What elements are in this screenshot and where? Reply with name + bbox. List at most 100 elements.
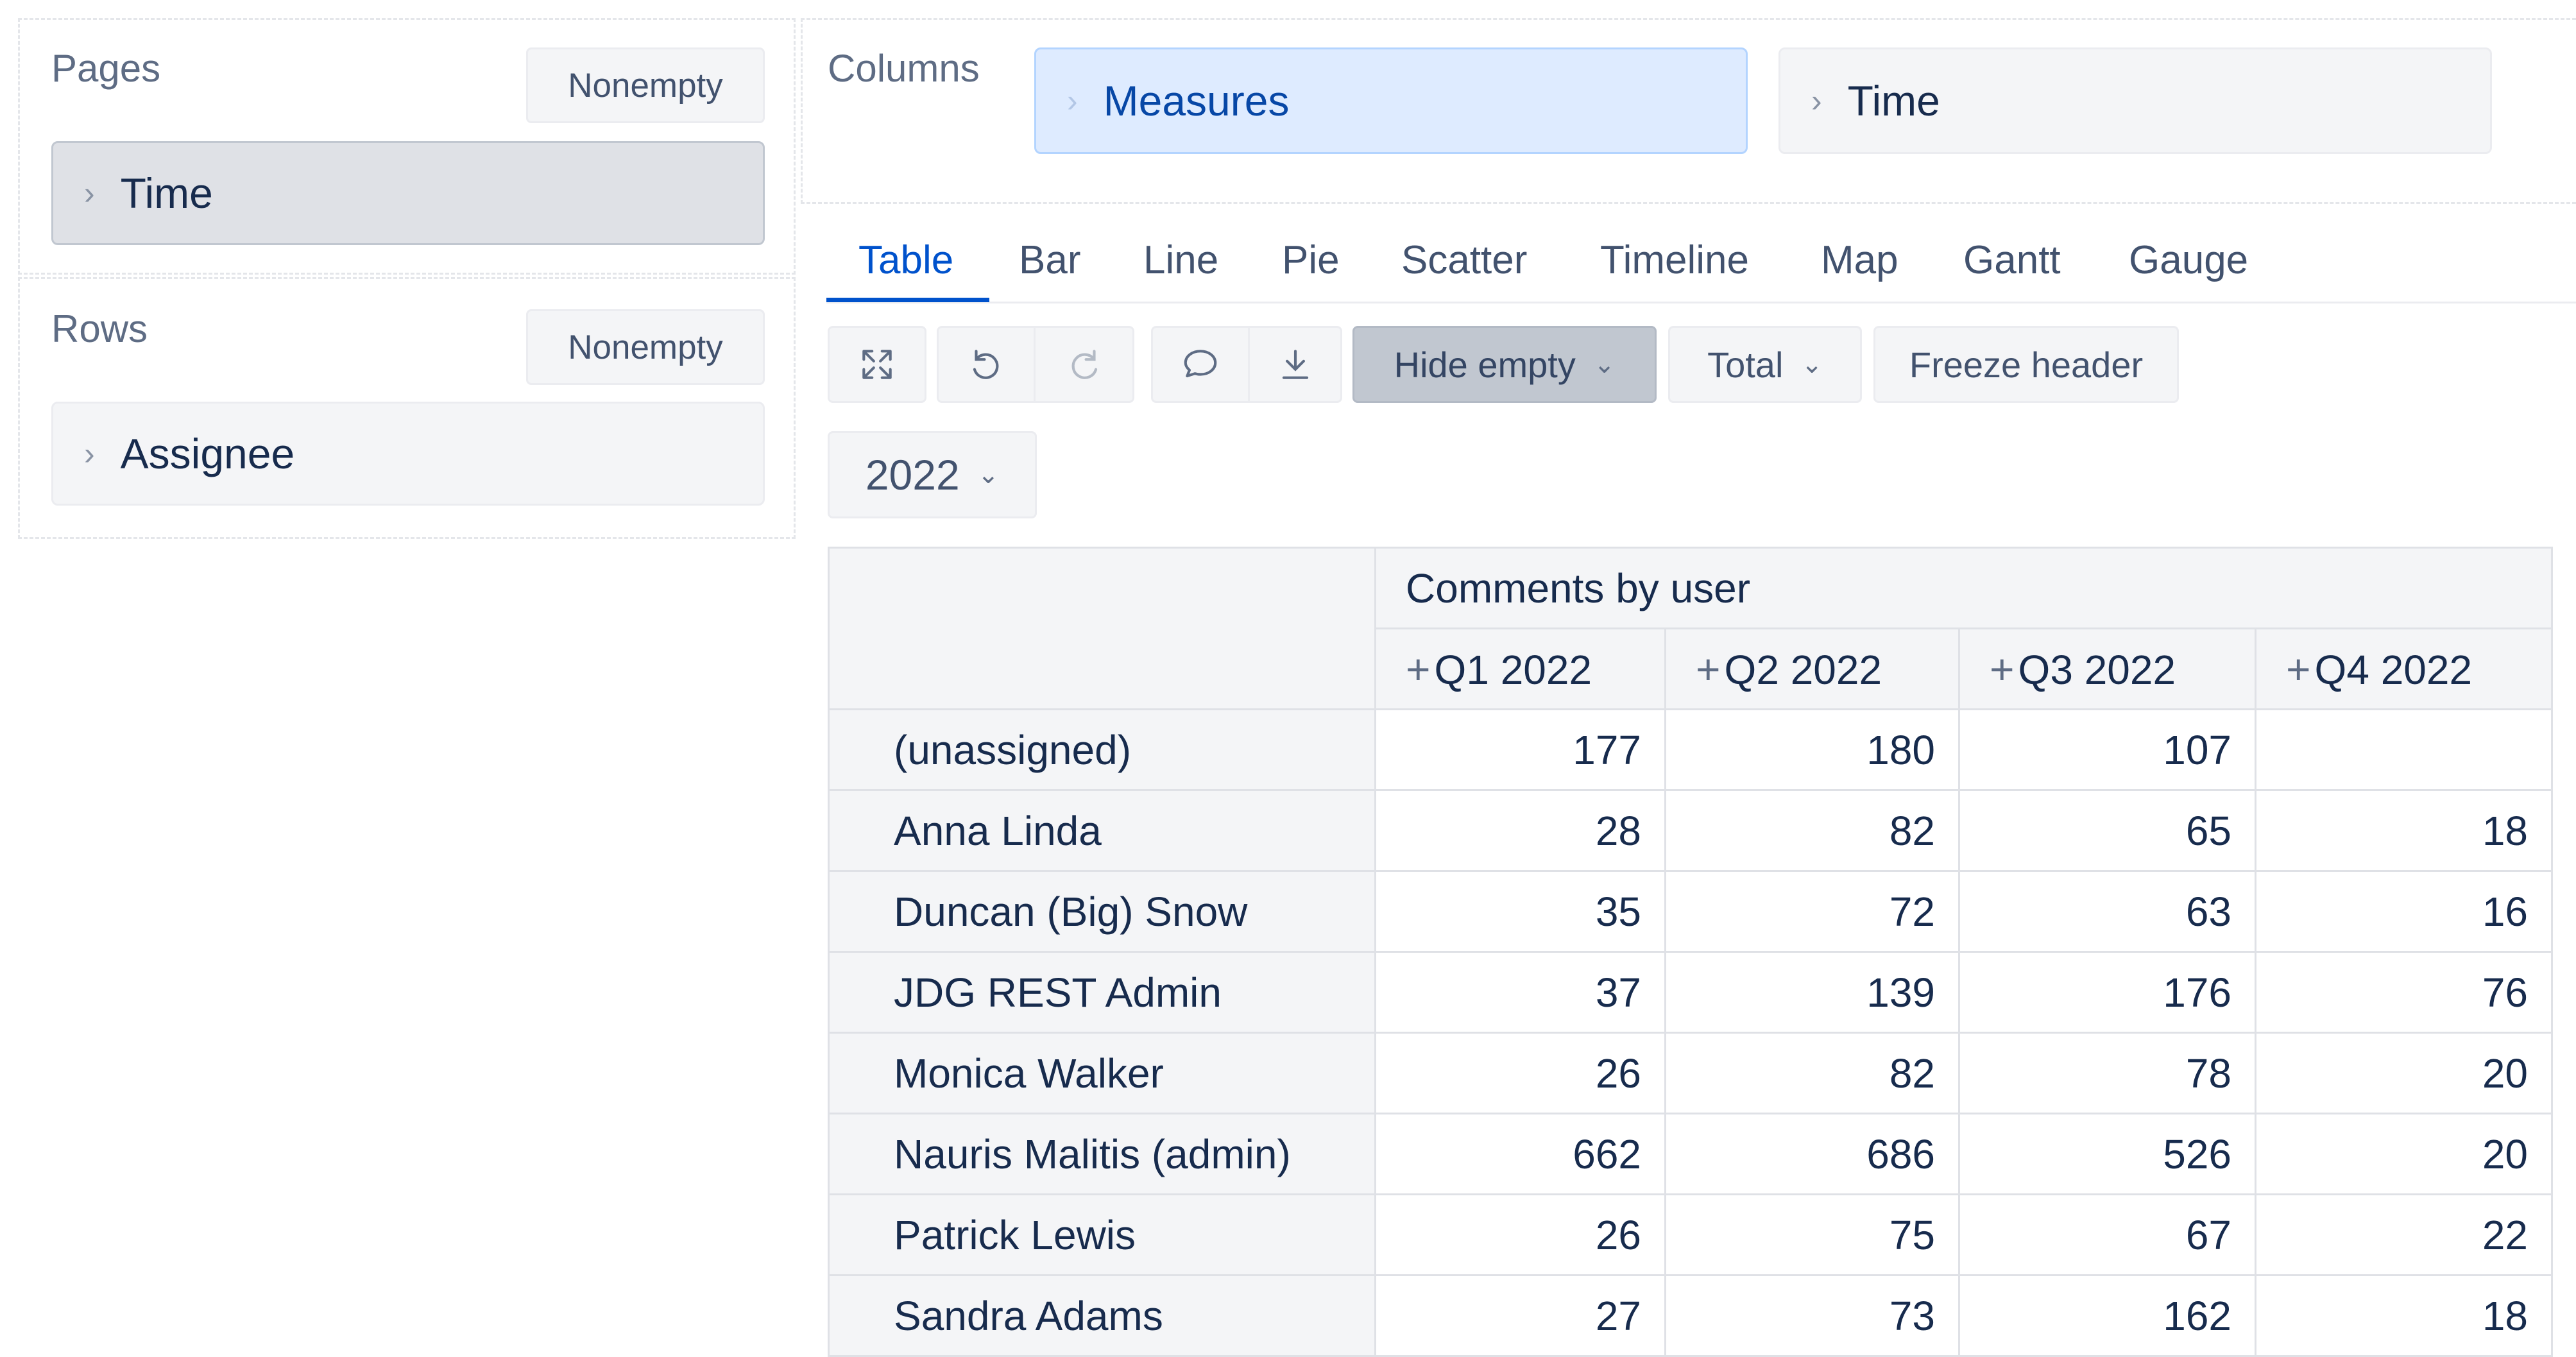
table-cell[interactable]: 82 bbox=[1664, 1032, 1960, 1114]
row-header[interactable]: (unassigned) bbox=[828, 708, 1376, 791]
expand-plus-icon[interactable]: + bbox=[2286, 645, 2311, 693]
table-cell[interactable]: 22 bbox=[2255, 1193, 2553, 1276]
table-cell[interactable] bbox=[2255, 708, 2553, 791]
table-cell[interactable]: 162 bbox=[1958, 1274, 2256, 1357]
chevron-down-icon: ⌄ bbox=[977, 461, 1000, 489]
year-page-filter[interactable]: 2022 ⌄ bbox=[828, 431, 1037, 518]
row-header[interactable]: Duncan (Big) Snow bbox=[828, 870, 1376, 953]
rows-label: Rows bbox=[51, 307, 148, 350]
download-button[interactable] bbox=[1250, 326, 1342, 403]
table-cell[interactable]: 82 bbox=[1664, 789, 1960, 872]
table-row: Sandra Adams 27 73 162 18 bbox=[828, 1274, 2553, 1357]
table-cell[interactable]: 176 bbox=[1958, 951, 2256, 1034]
tab-scatter[interactable]: Scatter bbox=[1401, 237, 1527, 283]
pages-time-chip[interactable]: › Time bbox=[51, 141, 765, 245]
column-header-q4[interactable]: +Q4 2022 bbox=[2255, 627, 2553, 710]
table-cell[interactable]: 177 bbox=[1374, 708, 1666, 791]
undo-icon bbox=[973, 350, 999, 379]
table-cell[interactable]: 107 bbox=[1958, 708, 2256, 791]
pages-dimension-label: Time bbox=[120, 169, 213, 217]
row-header[interactable]: Sandra Adams bbox=[828, 1274, 1376, 1357]
table-cell[interactable]: 73 bbox=[1664, 1274, 1960, 1357]
chevron-right-icon: › bbox=[84, 436, 95, 472]
table-cell[interactable]: 180 bbox=[1664, 708, 1960, 791]
column-header-q2[interactable]: +Q2 2022 bbox=[1664, 627, 1960, 710]
columns-measures-label: Measures bbox=[1103, 77, 1290, 124]
table-cell[interactable]: 63 bbox=[1958, 870, 2256, 953]
hide-empty-dropdown[interactable]: Hide empty ⌄ bbox=[1352, 326, 1657, 403]
column-header-q1[interactable]: +Q1 2022 bbox=[1374, 627, 1666, 710]
columns-measures-chip[interactable]: › Measures bbox=[1034, 47, 1748, 154]
expand-plus-icon[interactable]: + bbox=[1696, 645, 1721, 693]
table-cell[interactable]: 662 bbox=[1374, 1113, 1666, 1195]
rows-nonempty-button[interactable]: Nonempty bbox=[526, 309, 765, 385]
table-row: Patrick Lewis 26 75 67 22 bbox=[828, 1193, 2553, 1276]
table-cell[interactable]: 76 bbox=[2255, 951, 2553, 1034]
chevron-right-icon: › bbox=[1811, 83, 1822, 119]
expand-plus-icon[interactable]: + bbox=[1406, 645, 1431, 693]
row-header[interactable]: Anna Linda bbox=[828, 789, 1376, 872]
rows-assignee-chip[interactable]: › Assignee bbox=[51, 402, 765, 506]
columns-time-label: Time bbox=[1847, 77, 1940, 124]
columns-label: Columns bbox=[828, 47, 980, 90]
pages-label: Pages bbox=[51, 47, 161, 90]
total-label: Total bbox=[1707, 344, 1784, 385]
table-cell[interactable]: 26 bbox=[1374, 1193, 1666, 1276]
column-header-label: Q4 2022 bbox=[2314, 646, 2473, 693]
tab-timeline[interactable]: Timeline bbox=[1600, 237, 1749, 283]
tab-gauge[interactable]: Gauge bbox=[2129, 237, 2248, 283]
tab-pie[interactable]: Pie bbox=[1282, 237, 1340, 283]
column-header-label: Q1 2022 bbox=[1434, 646, 1592, 693]
undo-button[interactable] bbox=[937, 326, 1036, 403]
table-row: Monica Walker 26 82 78 20 bbox=[828, 1032, 2553, 1114]
tab-bar[interactable]: Bar bbox=[1019, 237, 1080, 283]
row-header[interactable]: JDG REST Admin bbox=[828, 951, 1376, 1034]
table-cell[interactable]: 27 bbox=[1374, 1274, 1666, 1357]
chevron-right-icon: › bbox=[84, 175, 95, 211]
table-cell[interactable]: 65 bbox=[1958, 789, 2256, 872]
table-cell[interactable]: 72 bbox=[1664, 870, 1960, 953]
table-row: Anna Linda 28 82 65 18 bbox=[828, 789, 2553, 872]
chevron-right-icon: › bbox=[1067, 83, 1078, 119]
pages-nonempty-button[interactable]: Nonempty bbox=[526, 47, 765, 123]
columns-time-chip[interactable]: › Time bbox=[1778, 47, 2492, 154]
chevron-down-icon: ⌄ bbox=[1593, 350, 1616, 379]
table-cell[interactable]: 78 bbox=[1958, 1032, 2256, 1114]
table-cell[interactable]: 139 bbox=[1664, 951, 1960, 1034]
chevron-down-icon: ⌄ bbox=[1801, 350, 1823, 379]
table-cell[interactable]: 686 bbox=[1664, 1113, 1960, 1195]
table-cell[interactable]: 75 bbox=[1664, 1193, 1960, 1276]
table-cell[interactable]: 35 bbox=[1374, 870, 1666, 953]
table-cell[interactable]: 67 bbox=[1958, 1193, 2256, 1276]
table-cell[interactable]: 18 bbox=[2255, 789, 2553, 872]
table-row: Duncan (Big) Snow 35 72 63 16 bbox=[828, 870, 2553, 953]
expand-button[interactable] bbox=[828, 326, 926, 403]
expand-icon bbox=[862, 350, 892, 379]
download-icon bbox=[1282, 350, 1308, 379]
table-cell[interactable]: 18 bbox=[2255, 1274, 2553, 1357]
redo-button[interactable] bbox=[1036, 326, 1134, 403]
measure-header: Comments by user bbox=[1374, 547, 2553, 629]
table-cell[interactable]: 28 bbox=[1374, 789, 1666, 872]
tab-map[interactable]: Map bbox=[1821, 237, 1898, 283]
table-cell[interactable]: 526 bbox=[1958, 1113, 2256, 1195]
table-cell[interactable]: 20 bbox=[2255, 1032, 2553, 1114]
row-header[interactable]: Nauris Malitis (admin) bbox=[828, 1113, 1376, 1195]
table-cell[interactable]: 37 bbox=[1374, 951, 1666, 1034]
row-header[interactable]: Patrick Lewis bbox=[828, 1193, 1376, 1276]
column-header-q3[interactable]: +Q3 2022 bbox=[1958, 627, 2256, 710]
table-corner bbox=[828, 547, 1376, 710]
table-cell[interactable]: 26 bbox=[1374, 1032, 1666, 1114]
freeze-header-button[interactable]: Freeze header bbox=[1873, 326, 2179, 403]
expand-plus-icon[interactable]: + bbox=[1990, 645, 2015, 693]
tab-line[interactable]: Line bbox=[1143, 237, 1218, 283]
redo-icon bbox=[1071, 350, 1097, 379]
rows-dimension-label: Assignee bbox=[120, 430, 295, 477]
tab-gantt[interactable]: Gantt bbox=[1963, 237, 2061, 283]
comment-button[interactable] bbox=[1151, 326, 1250, 403]
table-cell[interactable]: 20 bbox=[2255, 1113, 2553, 1195]
table-cell[interactable]: 16 bbox=[2255, 870, 2553, 953]
row-header[interactable]: Monica Walker bbox=[828, 1032, 1376, 1114]
tab-table[interactable]: Table bbox=[858, 237, 953, 283]
total-dropdown[interactable]: Total ⌄ bbox=[1668, 326, 1862, 403]
